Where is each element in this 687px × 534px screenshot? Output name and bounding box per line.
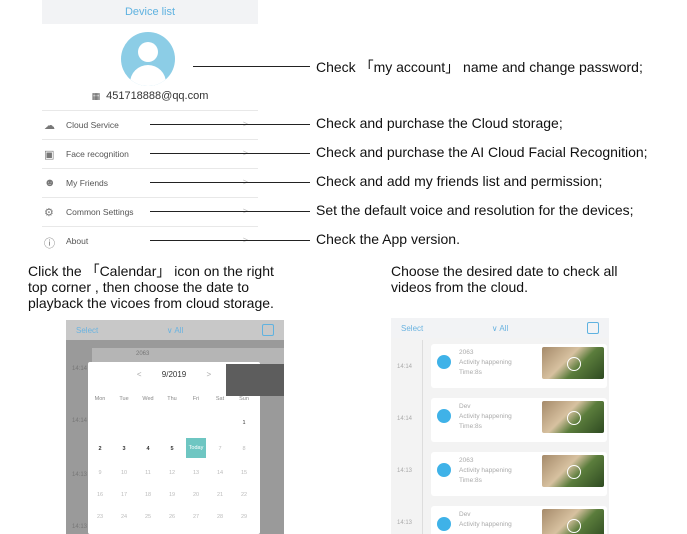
play-icon[interactable] xyxy=(567,519,581,533)
video-card[interactable]: 2063 Activity happening Time:8s xyxy=(431,344,607,388)
account-email[interactable]: ▦ 451718888@qq.com xyxy=(42,90,258,102)
video-card[interactable]: Dev Activity happening xyxy=(431,506,607,534)
annotation-account: Check 「my account」 name and change passw… xyxy=(316,59,643,75)
instruction-left: Click the 「Calendar」 icon on the right t… xyxy=(28,263,274,311)
play-icon[interactable] xyxy=(567,465,581,479)
cloud-icon: ☁ xyxy=(44,120,55,132)
camera-icon xyxy=(437,463,451,477)
playback-screen-list: Select ∨ All 14:14 2063 Activity happeni… xyxy=(391,318,609,534)
avatar[interactable] xyxy=(121,32,175,86)
filter-dropdown[interactable]: ∨ All xyxy=(391,324,609,333)
next-month-icon[interactable]: > xyxy=(206,370,211,379)
calendar-icon[interactable] xyxy=(587,322,599,334)
leader-line xyxy=(150,153,310,154)
prev-month-icon[interactable]: < xyxy=(137,370,142,379)
qr-code-icon: ▦ xyxy=(91,91,101,101)
page-title: Device list xyxy=(42,0,258,24)
play-icon[interactable] xyxy=(567,357,581,371)
calendar-month: 9/2019 xyxy=(161,370,187,379)
calendar-icon[interactable] xyxy=(262,324,274,336)
today-cell[interactable]: Today xyxy=(186,438,206,458)
camera-icon xyxy=(437,517,451,531)
video-card[interactable]: 2063 Activity happening Time:8s xyxy=(431,452,607,496)
video-card[interactable]: Dev Activity happening Time:8s xyxy=(431,398,607,442)
leader-line xyxy=(150,211,310,212)
timeline-line xyxy=(422,340,423,534)
info-icon: ⓘ xyxy=(44,238,55,250)
annotation-face: Check and purchase the AI Cloud Facial R… xyxy=(316,144,648,160)
annotation-about: Check the App version. xyxy=(316,231,460,247)
camera-icon xyxy=(437,355,451,369)
settings-icon: ⚙ xyxy=(44,207,54,219)
instruction-right: Choose the desired date to check all vid… xyxy=(391,263,618,295)
leader-line xyxy=(150,182,310,183)
camera-icon xyxy=(437,409,451,423)
leader-line xyxy=(193,66,310,67)
playback-screen-calendar: Select ∨ All 2063 14:14 14:14 14:13 14:1… xyxy=(66,320,284,534)
annotation-cloud: Check and purchase the Cloud storage; xyxy=(316,115,563,131)
friends-icon: ☻ xyxy=(44,177,56,189)
leader-line xyxy=(150,124,310,125)
face-scan-icon: ▣ xyxy=(44,149,55,161)
leader-line xyxy=(150,240,310,241)
annotation-settings: Set the default voice and resolution for… xyxy=(316,202,634,218)
annotation-friends: Check and add my friends list and permis… xyxy=(316,173,603,189)
play-icon[interactable] xyxy=(567,411,581,425)
filter-dropdown[interactable]: ∨ All xyxy=(66,326,284,335)
